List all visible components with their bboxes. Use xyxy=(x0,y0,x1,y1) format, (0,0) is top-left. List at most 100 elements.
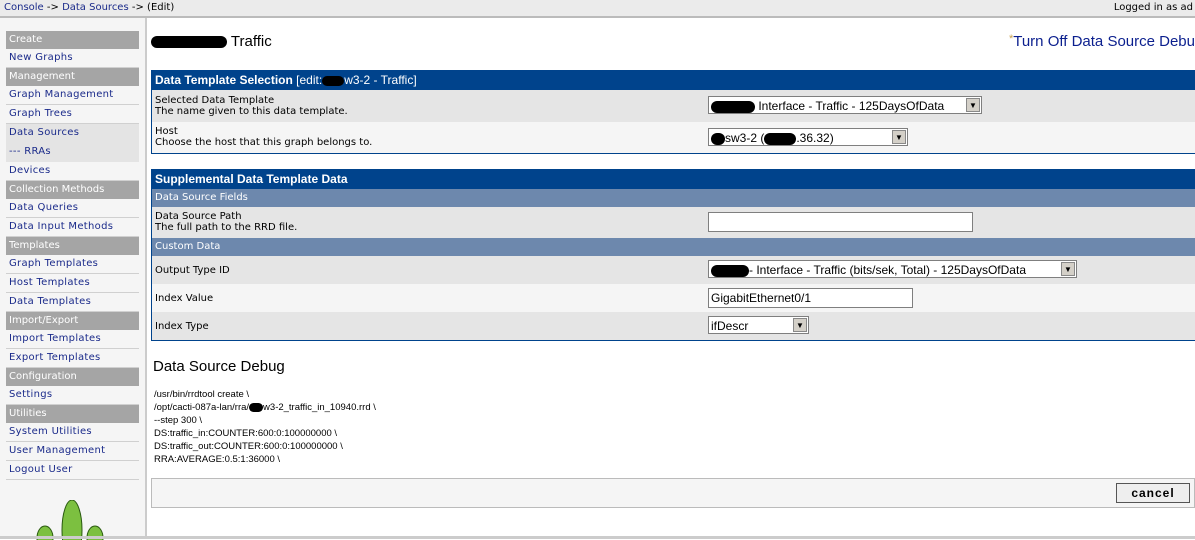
debug-line: /usr/bin/rrdtool create \ xyxy=(154,389,250,400)
debug-title: Data Source Debug xyxy=(153,358,285,375)
redacted xyxy=(322,75,345,86)
data-template-select[interactable]: Interface - Traffic - 125DaysOfData ▼ xyxy=(708,96,982,114)
sidebar-header: Collection Methods xyxy=(6,181,139,199)
sidebar-item-graph-trees[interactable]: Graph Trees xyxy=(6,105,139,124)
redacted xyxy=(249,402,264,412)
redacted xyxy=(151,36,227,49)
output-type-row: Output Type ID - Interface - Traffic (bi… xyxy=(152,256,1195,284)
label: Selected Data Template xyxy=(155,95,275,106)
edit-prefix: [edit: xyxy=(296,73,323,87)
sidebar-header: Utilities xyxy=(6,405,139,423)
sidebar-item-export-templates[interactable]: Export Templates xyxy=(6,349,139,368)
sidebar-item-rras[interactable]: --- RRAs xyxy=(6,143,139,162)
debug-line: /opt/cacti-087a-lan/rra/w3-2_traffic_in_… xyxy=(154,401,376,414)
desc: The name given to this data template. xyxy=(155,106,348,117)
sidebar-menu: Create New Graphs Management Graph Manageme… xyxy=(6,31,139,480)
sidebar-header: Templates xyxy=(6,237,139,255)
sidebar-item-user-management[interactable]: User Management xyxy=(6,442,139,461)
debug-line: DS:traffic_in:COUNTER:600:0:100000000 \ xyxy=(154,428,338,439)
host-row: Host Choose the host that this graph belo… xyxy=(152,122,1195,153)
panel-header: Data Template Selection [edit: w3-2 - Tra… xyxy=(152,71,1195,90)
sidebar-item-data-queries[interactable]: Data Queries xyxy=(6,199,139,218)
index-value-input[interactable]: GigabitEthernet0/1 xyxy=(708,288,913,308)
redacted xyxy=(711,100,755,113)
chevron-down-icon: ▼ xyxy=(793,318,807,332)
breadcrumb-data-sources[interactable]: Data Sources xyxy=(62,2,129,13)
sidebar-item-new-graphs[interactable]: New Graphs xyxy=(6,49,139,68)
button-bar: cancel xyxy=(151,478,1195,508)
sidebar-header: Create xyxy=(6,31,139,49)
data-source-path-input[interactable] xyxy=(708,212,973,232)
label: Output Type ID xyxy=(155,265,230,276)
sidebar-item-data-sources[interactable]: Data Sources xyxy=(6,124,139,143)
sidebar-header: Management xyxy=(6,68,139,86)
select-value: Interface - Traffic - 125DaysOfData xyxy=(758,99,945,113)
redacted xyxy=(711,264,749,277)
breadcrumb-console[interactable]: Console xyxy=(4,2,44,13)
cacti-logo xyxy=(36,500,104,540)
section-header: Data Source Fields xyxy=(152,189,1195,207)
index-type-row: Index Type ifDescr ▼ xyxy=(152,312,1195,340)
label: Host xyxy=(155,126,178,137)
top-bar: Console -> Data Sources -> (Edit) Logged… xyxy=(0,0,1195,18)
section-header: Custom Data xyxy=(152,238,1195,256)
debug-line-part: w3-2_traffic_in_10940.rrd \ xyxy=(263,402,376,413)
index-type-select[interactable]: ifDescr ▼ xyxy=(708,316,809,334)
host-select[interactable]: sw3-2 ( .36.32) ▼ xyxy=(708,128,908,146)
sidebar-item-system-utilities[interactable]: System Utilities xyxy=(6,423,139,442)
chevron-down-icon: ▼ xyxy=(1061,262,1075,276)
breadcrumb-edit: (Edit) xyxy=(147,2,175,13)
select-value: ifDescr xyxy=(711,319,749,333)
chevron-down-icon: ▼ xyxy=(892,130,906,144)
select-value: - Interface - Traffic (bits/sek, Total) … xyxy=(749,263,1026,277)
sidebar-item-data-input-methods[interactable]: Data Input Methods xyxy=(6,218,139,237)
sidebar-item-data-templates[interactable]: Data Templates xyxy=(6,293,139,312)
sidebar-item-devices[interactable]: Devices xyxy=(6,162,139,181)
cancel-button[interactable]: cancel xyxy=(1116,483,1190,503)
debug-line-part: /opt/cacti-087a-lan/rra/ xyxy=(154,402,250,413)
title-text: Traffic xyxy=(230,33,272,50)
redacted xyxy=(711,132,725,145)
supplemental-panel: Supplemental Data Template Data Data Sou… xyxy=(151,169,1195,341)
debug-line: DS:traffic_out:COUNTER:600:0:100000000 \ xyxy=(154,441,343,452)
page-title: Traffic xyxy=(151,33,272,50)
sidebar-item-settings[interactable]: Settings xyxy=(6,386,139,405)
sidebar-item-import-templates[interactable]: Import Templates xyxy=(6,330,139,349)
redacted xyxy=(764,132,797,145)
login-status: Logged in as ad xyxy=(1113,2,1193,13)
row-label: Selected Data Template The name given to … xyxy=(155,95,348,117)
sidebar-item-graph-templates[interactable]: Graph Templates xyxy=(6,255,139,274)
host-value: sw3-2 ( xyxy=(725,131,765,145)
panel-header: Supplemental Data Template Data xyxy=(152,170,1195,189)
sidebar-item-logout-user[interactable]: Logout User xyxy=(6,461,139,480)
sidebar-item-host-templates[interactable]: Host Templates xyxy=(6,274,139,293)
turn-off-debug-link[interactable]: *Turn Off Data Source Debu xyxy=(1009,33,1195,50)
desc: Choose the host that this graph belongs … xyxy=(155,137,373,148)
sidebar-header: Import/Export xyxy=(6,312,139,330)
breadcrumb-sep: -> xyxy=(43,2,63,13)
label: Data Source Path xyxy=(155,211,242,222)
host-value-suffix: .36.32) xyxy=(796,131,834,145)
sidebar-item-graph-management[interactable]: Graph Management xyxy=(6,86,139,105)
row-label: Host Choose the host that this graph belo… xyxy=(155,126,372,148)
debug-line: RRA:AVERAGE:0.5:1:36000 \ xyxy=(154,454,281,465)
edit-suffix: w3-2 - Traffic] xyxy=(344,73,417,87)
row-label: Data Source Path The full path to the RRD… xyxy=(155,211,297,233)
panel-title: Data Template Selection xyxy=(155,73,293,87)
index-value-row: Index Value GigabitEthernet0/1 xyxy=(152,284,1195,312)
breadcrumb: Console -> Data Sources -> (Edit) xyxy=(4,2,174,13)
sidebar-header: Configuration xyxy=(6,368,139,386)
label: Index Type xyxy=(155,321,209,332)
sidebar: Create New Graphs Management Graph Manageme… xyxy=(0,18,147,540)
label: Index Value xyxy=(155,293,214,304)
desc: The full path to the RRD file. xyxy=(155,222,298,233)
output-type-select[interactable]: - Interface - Traffic (bits/sek, Total) … xyxy=(708,260,1077,278)
selected-template-row: Selected Data Template The name given to … xyxy=(152,90,1195,122)
chevron-down-icon: ▼ xyxy=(966,98,980,112)
data-source-path-row: Data Source Path The full path to the RRD… xyxy=(152,207,1195,238)
breadcrumb-sep: -> xyxy=(128,2,148,13)
debug-output: /usr/bin/rrdtool create \ /opt/cacti-087… xyxy=(154,388,376,466)
debug-link-text: Turn Off Data Source Debu xyxy=(1013,33,1195,50)
data-template-selection-panel: Data Template Selection [edit: w3-2 - Tra… xyxy=(151,70,1195,154)
debug-line: --step 300 \ xyxy=(154,415,203,426)
